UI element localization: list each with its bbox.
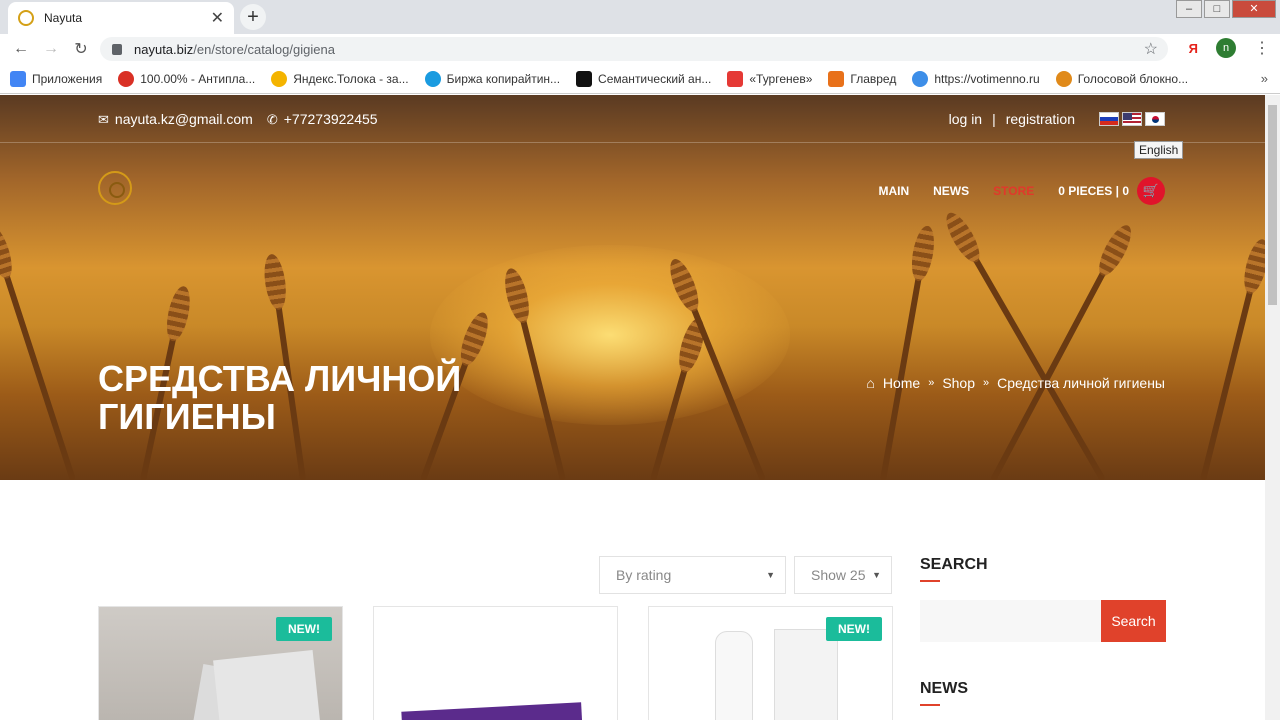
bookmark-item[interactable]: 100.00% - Антипла...	[118, 70, 255, 87]
url-path: /en/store/catalog/gigiena	[193, 41, 335, 57]
page-viewport: ✉ nayuta.kz@gmail.com ✆ +77273922455 log i…	[0, 95, 1265, 720]
browser-tab-strip: Nayuta ✕ + – □ ✕	[0, 0, 1280, 34]
breadcrumb-shop[interactable]: Shop	[942, 375, 975, 391]
english-flag-icon[interactable]	[1122, 112, 1142, 126]
auth-links: log in | registration	[949, 111, 1165, 127]
breadcrumb-current: Средства личной гигиены	[997, 375, 1165, 391]
new-badge: NEW!	[826, 617, 882, 641]
cart-icon[interactable]: 🛒	[1137, 177, 1165, 205]
voice-notepad-icon	[1055, 70, 1072, 87]
back-arrow-icon[interactable]: ←	[6, 40, 36, 58]
breadcrumb-home[interactable]: Home	[883, 375, 920, 391]
page-title: СРЕДСТВА ЛИЧНОЙ ГИГИЕНЫ	[98, 358, 462, 437]
catalog-content: By rating ▼ Show 25 ▼ NEW! NEW! SEARCH S…	[0, 480, 1265, 720]
new-tab-button[interactable]: +	[240, 4, 266, 30]
wheat-stalk	[940, 208, 1106, 480]
registration-link[interactable]: registration	[1006, 111, 1075, 127]
bookmark-item[interactable]: Яндекс.Толока - за...	[271, 70, 409, 87]
more-bookmarks-icon[interactable]: »	[1261, 71, 1268, 86]
lock-icon	[112, 43, 122, 55]
breadcrumb: ⌂ Home » Shop » Средства личной гигиены	[866, 375, 1165, 391]
site-top-bar: ✉ nayuta.kz@gmail.com ✆ +77273922455 log i…	[0, 95, 1265, 143]
profile-avatar[interactable]: n	[1216, 38, 1236, 58]
page-size-select[interactable]: Show 25 ▼	[794, 556, 892, 594]
menu-main[interactable]: MAIN	[878, 184, 909, 198]
russian-flag-icon[interactable]	[1099, 112, 1119, 126]
login-link[interactable]: log in	[949, 111, 982, 127]
url-host: nayuta.biz	[134, 41, 194, 57]
cart-summary[interactable]: 0 PIECES | 0 🛒	[1058, 177, 1165, 205]
cart-text: 0 PIECES | 0	[1058, 184, 1129, 198]
bookmark-item[interactable]: https://votimenno.ru	[912, 70, 1040, 87]
bookmark-item[interactable]: Главред	[828, 70, 896, 87]
auth-divider: |	[992, 111, 996, 127]
email-link[interactable]: ✉ nayuta.kz@gmail.com	[98, 111, 253, 128]
envelope-icon: ✉	[98, 112, 109, 127]
window-close-button[interactable]: ✕	[1232, 0, 1276, 18]
yandex-extension-icon[interactable]: Я	[1189, 41, 1198, 56]
bookmarks-bar: Приложения 100.00% - Антипла... Яндекс.Т…	[0, 64, 1280, 94]
bookmark-item[interactable]: Голосовой блокно...	[1055, 70, 1188, 87]
semantic-analysis-icon	[576, 70, 593, 87]
new-badge: NEW!	[276, 617, 332, 641]
window-controls: – □ ✕	[1174, 0, 1276, 18]
bookmark-apps[interactable]: Приложения	[10, 70, 102, 87]
tab-title: Nayuta	[44, 11, 83, 25]
turgenev-icon	[727, 70, 744, 87]
bookmark-item[interactable]: Биржа копирайтин...	[424, 70, 560, 87]
glavred-icon	[828, 70, 845, 87]
wheat-stalk	[1200, 236, 1265, 480]
wheat-stalk	[990, 221, 1138, 480]
korean-flag-icon[interactable]	[1145, 112, 1165, 126]
wheat-stalk	[0, 222, 76, 480]
main-menu: MAIN NEWS STORE 0 PIECES | 0 🛒	[878, 177, 1165, 205]
product-image	[401, 702, 583, 720]
search-input[interactable]	[920, 600, 1102, 642]
bookmark-item[interactable]: Семантический ан...	[576, 70, 711, 87]
product-card[interactable]: NEW!	[98, 606, 343, 720]
bookmark-star-icon[interactable]: ☆	[1144, 39, 1158, 59]
home-icon: ⌂	[866, 375, 875, 391]
votimenno-icon	[912, 70, 929, 87]
phone-link[interactable]: ✆ +77273922455	[267, 111, 378, 128]
sort-select[interactable]: By rating ▼	[599, 556, 786, 594]
minimize-button[interactable]: –	[1176, 0, 1202, 18]
chevron-down-icon: ▼	[872, 570, 881, 580]
antiplagiat-icon	[118, 70, 135, 87]
news-widget-title: NEWS	[920, 680, 968, 706]
contact-info: ✉ nayuta.kz@gmail.com ✆ +77273922455	[98, 111, 378, 128]
reload-icon[interactable]: ↻	[66, 39, 96, 59]
product-card[interactable]: NEW!	[648, 606, 893, 720]
browser-tab[interactable]: Nayuta ✕	[8, 2, 234, 34]
language-flags	[1099, 112, 1165, 126]
address-bar[interactable]: nayuta.biz/en/store/catalog/gigiena ☆	[100, 37, 1168, 61]
chevron-right-icon: »	[928, 377, 935, 389]
chevron-right-icon: »	[983, 377, 990, 389]
scrollbar-thumb[interactable]	[1268, 105, 1277, 305]
toolbar-right: Я n ⋮	[1189, 38, 1270, 58]
menu-store[interactable]: STORE	[993, 184, 1034, 198]
site-logo[interactable]	[98, 171, 132, 205]
product-box-image	[774, 629, 838, 720]
hero-banner: ✉ nayuta.kz@gmail.com ✆ +77273922455 log i…	[0, 95, 1265, 480]
forward-arrow-icon[interactable]: →	[36, 40, 66, 58]
bookmark-item[interactable]: «Тургенев»	[727, 70, 812, 87]
maximize-button[interactable]: □	[1204, 0, 1230, 18]
chevron-down-icon: ▼	[766, 570, 775, 580]
copywriting-exchange-icon	[424, 70, 441, 87]
page-scrollbar[interactable]	[1265, 95, 1280, 720]
menu-news[interactable]: NEWS	[933, 184, 969, 198]
search-button[interactable]: Search	[1101, 600, 1166, 642]
apps-grid-icon	[10, 70, 26, 87]
site-favicon-icon	[18, 10, 34, 26]
tab-close-icon[interactable]: ✕	[211, 8, 224, 28]
search-widget-title: SEARCH	[920, 556, 988, 582]
language-tooltip: English	[1134, 141, 1184, 159]
product-card[interactable]	[373, 606, 618, 720]
toloka-icon	[271, 70, 288, 87]
phone-icon: ✆	[266, 112, 278, 127]
product-image	[715, 631, 753, 720]
menu-kebab-icon[interactable]: ⋮	[1254, 38, 1270, 58]
browser-toolbar: ← → ↻ nayuta.biz/en/store/catalog/gigien…	[0, 34, 1280, 64]
